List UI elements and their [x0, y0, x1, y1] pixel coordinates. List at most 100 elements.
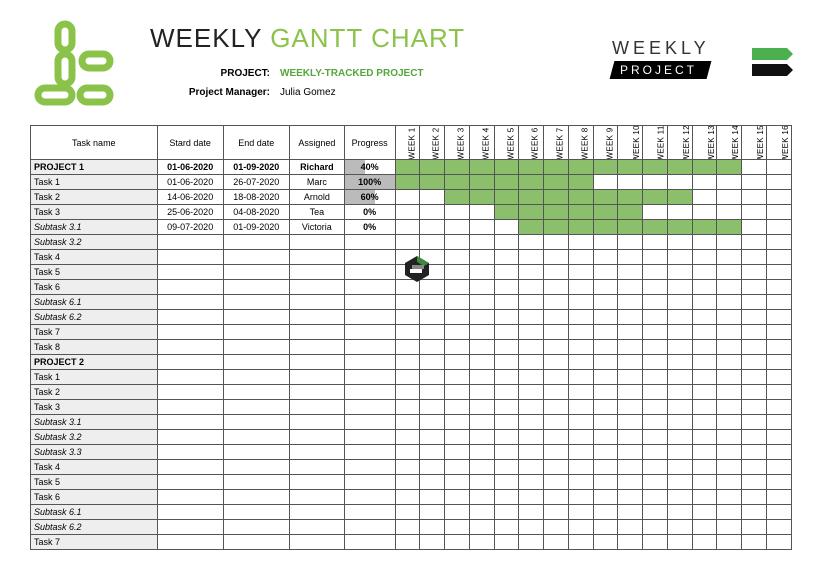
week-cell[interactable] — [742, 205, 767, 220]
week-cell[interactable] — [643, 160, 668, 175]
week-cell[interactable] — [692, 175, 717, 190]
week-cell[interactable] — [544, 445, 569, 460]
week-cell[interactable] — [742, 160, 767, 175]
end-cell[interactable] — [223, 475, 289, 490]
week-cell[interactable] — [717, 475, 742, 490]
week-cell[interactable] — [717, 220, 742, 235]
week-cell[interactable] — [643, 430, 668, 445]
assigned-cell[interactable] — [289, 265, 344, 280]
week-cell[interactable] — [618, 325, 643, 340]
week-cell[interactable] — [544, 220, 569, 235]
week-cell[interactable] — [667, 460, 692, 475]
week-cell[interactable] — [692, 310, 717, 325]
week-cell[interactable] — [420, 355, 445, 370]
week-cell[interactable] — [494, 295, 519, 310]
task-name-cell[interactable]: PROJECT 2 — [31, 355, 158, 370]
week-cell[interactable] — [395, 340, 420, 355]
week-cell[interactable] — [667, 205, 692, 220]
week-cell[interactable] — [767, 295, 792, 310]
week-cell[interactable] — [445, 460, 470, 475]
week-cell[interactable] — [667, 280, 692, 295]
week-cell[interactable] — [420, 460, 445, 475]
week-cell[interactable] — [544, 385, 569, 400]
week-cell[interactable] — [643, 205, 668, 220]
week-cell[interactable] — [469, 415, 494, 430]
week-cell[interactable] — [767, 160, 792, 175]
end-cell[interactable] — [223, 490, 289, 505]
end-cell[interactable] — [223, 520, 289, 535]
assigned-cell[interactable] — [289, 415, 344, 430]
week-cell[interactable] — [469, 265, 494, 280]
assigned-cell[interactable] — [289, 385, 344, 400]
week-cell[interactable] — [519, 385, 544, 400]
end-cell[interactable] — [223, 295, 289, 310]
week-cell[interactable] — [742, 355, 767, 370]
end-cell[interactable] — [223, 460, 289, 475]
week-cell[interactable] — [519, 265, 544, 280]
week-cell[interactable] — [692, 430, 717, 445]
week-cell[interactable] — [717, 160, 742, 175]
week-cell[interactable] — [742, 475, 767, 490]
week-cell[interactable] — [667, 355, 692, 370]
progress-cell[interactable] — [344, 520, 395, 535]
week-cell[interactable] — [593, 250, 618, 265]
task-name-cell[interactable]: Task 6 — [31, 280, 158, 295]
week-cell[interactable] — [519, 205, 544, 220]
week-cell[interactable] — [742, 175, 767, 190]
week-cell[interactable] — [667, 475, 692, 490]
week-cell[interactable] — [445, 430, 470, 445]
week-cell[interactable] — [667, 340, 692, 355]
week-cell[interactable] — [643, 190, 668, 205]
assigned-cell[interactable] — [289, 235, 344, 250]
assigned-cell[interactable] — [289, 475, 344, 490]
week-cell[interactable] — [445, 220, 470, 235]
week-cell[interactable] — [445, 295, 470, 310]
week-cell[interactable] — [643, 250, 668, 265]
progress-cell[interactable]: 0% — [344, 220, 395, 235]
week-cell[interactable] — [717, 205, 742, 220]
assigned-cell[interactable] — [289, 520, 344, 535]
week-cell[interactable] — [544, 175, 569, 190]
week-cell[interactable] — [593, 460, 618, 475]
week-cell[interactable] — [494, 340, 519, 355]
week-cell[interactable] — [445, 160, 470, 175]
week-cell[interactable] — [519, 400, 544, 415]
week-cell[interactable] — [494, 205, 519, 220]
week-cell[interactable] — [395, 325, 420, 340]
week-cell[interactable] — [593, 520, 618, 535]
week-cell[interactable] — [395, 430, 420, 445]
week-cell[interactable] — [420, 310, 445, 325]
week-cell[interactable] — [469, 490, 494, 505]
week-cell[interactable] — [395, 490, 420, 505]
week-cell[interactable] — [618, 310, 643, 325]
week-cell[interactable] — [420, 175, 445, 190]
week-cell[interactable] — [568, 370, 593, 385]
week-cell[interactable] — [742, 505, 767, 520]
task-name-cell[interactable]: Task 3 — [31, 205, 158, 220]
week-cell[interactable] — [544, 535, 569, 550]
week-cell[interactable] — [469, 160, 494, 175]
week-cell[interactable] — [593, 385, 618, 400]
end-cell[interactable]: 18-08-2020 — [223, 190, 289, 205]
week-cell[interactable] — [395, 535, 420, 550]
week-cell[interactable] — [420, 415, 445, 430]
week-cell[interactable] — [618, 505, 643, 520]
week-cell[interactable] — [445, 190, 470, 205]
week-cell[interactable] — [618, 490, 643, 505]
week-cell[interactable] — [742, 280, 767, 295]
week-cell[interactable] — [445, 505, 470, 520]
end-cell[interactable]: 04-08-2020 — [223, 205, 289, 220]
week-cell[interactable] — [692, 385, 717, 400]
week-cell[interactable] — [544, 490, 569, 505]
week-cell[interactable] — [692, 205, 717, 220]
end-cell[interactable] — [223, 325, 289, 340]
end-cell[interactable] — [223, 235, 289, 250]
week-cell[interactable] — [717, 265, 742, 280]
week-cell[interactable] — [618, 235, 643, 250]
week-cell[interactable] — [593, 280, 618, 295]
week-cell[interactable] — [742, 325, 767, 340]
week-cell[interactable] — [643, 415, 668, 430]
week-cell[interactable] — [519, 325, 544, 340]
week-cell[interactable] — [395, 415, 420, 430]
week-cell[interactable] — [742, 415, 767, 430]
